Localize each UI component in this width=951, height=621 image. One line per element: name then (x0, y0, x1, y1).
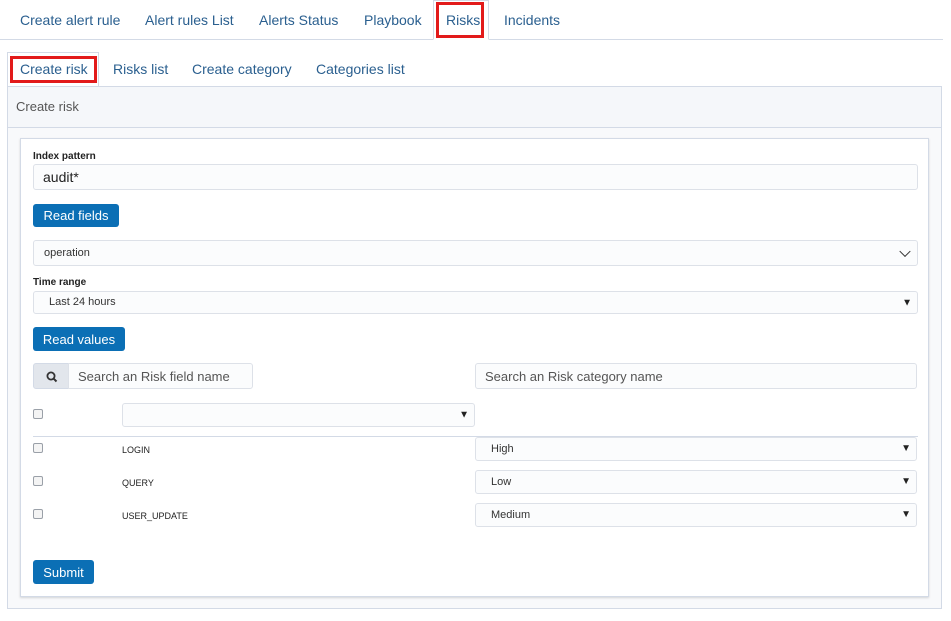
read-values-button[interactable]: Read values (33, 327, 125, 351)
tab-create-alert-rule[interactable]: Create alert rule (20, 0, 120, 39)
row-field-name: QUERY (122, 478, 154, 488)
index-pattern-label: Index pattern (33, 151, 96, 162)
row-risk-select[interactable]: High ▼ (475, 437, 917, 461)
search-icon (46, 371, 58, 383)
tab-alert-rules-list[interactable]: Alert rules List (145, 0, 234, 39)
time-range-value: Last 24 hours (49, 296, 116, 308)
row-checkbox-query[interactable] (33, 476, 43, 486)
row-field-name: USER_UPDATE (122, 511, 188, 521)
risk-field-search-input[interactable]: Search an Risk field name (68, 363, 253, 389)
bulk-risk-select[interactable]: ▼ (122, 403, 475, 427)
chevron-down-icon (899, 245, 911, 258)
subtab-categories-list[interactable]: Categories list (316, 52, 405, 86)
time-range-select[interactable]: Last 24 hours ▼ (33, 291, 918, 314)
risks-tab-highlight (436, 2, 484, 38)
row-risk-value: Low (491, 476, 512, 488)
row-risk-select[interactable]: Low ▼ (475, 470, 917, 494)
create-risk-subtab-highlight (10, 56, 97, 83)
row-risk-value: Medium (491, 509, 531, 521)
field-select-value: operation (44, 247, 90, 259)
row-field-name: LOGIN (122, 445, 151, 455)
subtab-create-category[interactable]: Create category (192, 52, 292, 86)
risk-category-search-placeholder: Search an Risk category name (485, 369, 663, 384)
dropdown-arrow-icon: ▼ (901, 476, 911, 487)
row-checkbox-user-update[interactable] (33, 509, 43, 519)
index-pattern-input[interactable]: audit* (33, 164, 918, 190)
row-checkbox-login[interactable] (33, 443, 43, 453)
dropdown-arrow-icon: ▼ (901, 443, 911, 454)
risk-category-search-input[interactable]: Search an Risk category name (475, 363, 917, 389)
submit-button[interactable]: Submit (33, 560, 94, 584)
row-risk-select[interactable]: Medium ▼ (475, 503, 917, 527)
select-all-checkbox[interactable] (33, 409, 43, 419)
panel-header: Create risk (8, 87, 941, 128)
sub-tab-bar: Create risk Risks list Create category C… (7, 52, 944, 87)
field-select[interactable]: operation (33, 240, 918, 266)
tab-incidents[interactable]: Incidents (504, 0, 560, 39)
tab-alerts-status[interactable]: Alerts Status (259, 0, 338, 39)
subtab-risks-list[interactable]: Risks list (113, 52, 168, 86)
risk-field-search-placeholder: Search an Risk field name (78, 369, 230, 384)
search-addon (33, 363, 69, 389)
row-risk-value: High (491, 443, 514, 455)
read-fields-button[interactable]: Read fields (33, 204, 119, 227)
tab-playbook[interactable]: Playbook (364, 0, 422, 39)
dropdown-arrow-icon: ▼ (901, 509, 911, 520)
time-range-label: Time range (33, 277, 87, 288)
panel-title: Create risk (16, 99, 79, 114)
dropdown-arrow-icon: ▼ (902, 297, 912, 308)
dropdown-arrow-icon: ▼ (459, 409, 469, 421)
